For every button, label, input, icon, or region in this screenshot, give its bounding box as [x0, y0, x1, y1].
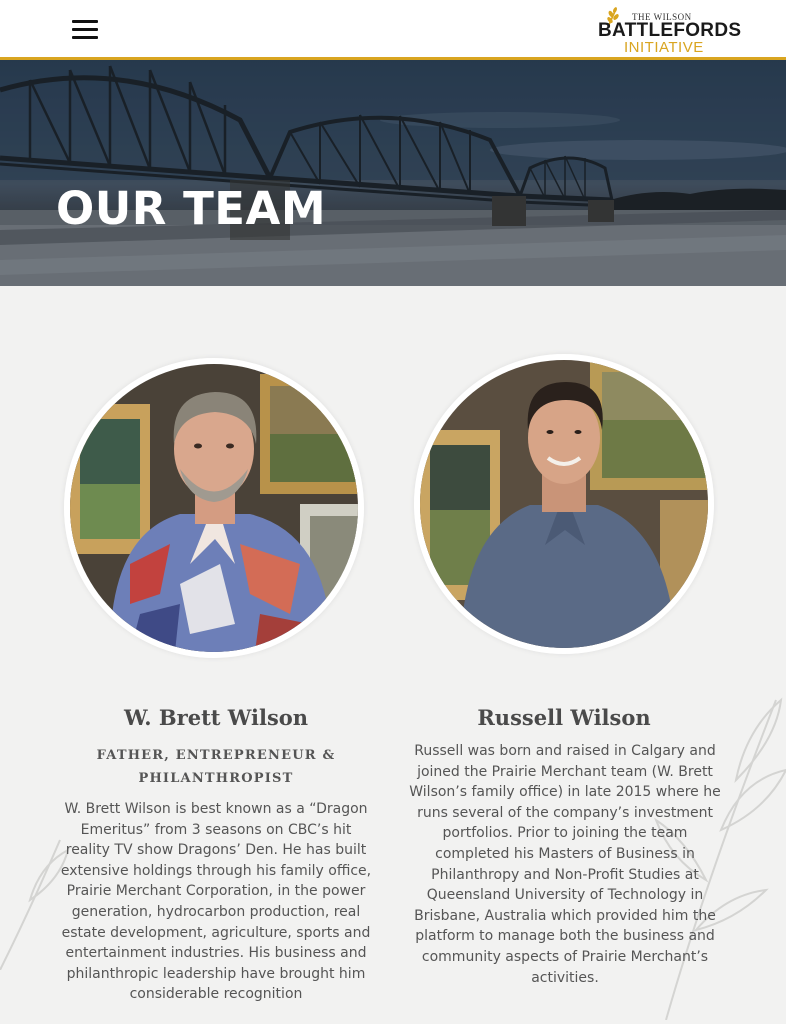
member-bio: Russell was born and raised in Calgary a… [409, 743, 721, 986]
logo-line-3: INITIATIVE [624, 39, 704, 56]
avatar-russell-wilson [414, 354, 714, 654]
hamburger-menu-icon[interactable] [72, 18, 100, 42]
site-header: THE WILSON BATTLEFORDS INITIATIVE [0, 0, 786, 60]
page-title: OUR TEAM [56, 182, 327, 235]
member-role: FATHER, ENTREPRENEUR & PHILANTHROPIST [96, 748, 336, 786]
portrait-russell-wilson [420, 360, 708, 648]
hero-banner: OUR TEAM [0, 60, 786, 286]
avatar-brett-wilson [64, 358, 364, 658]
member-name: W. Brett Wilson [123, 705, 309, 730]
member-bio: W. Brett Wilson is best known as a “Drag… [60, 801, 372, 1003]
bridge-illustration [0, 60, 786, 286]
portrait-brett-wilson [70, 364, 358, 652]
site-logo[interactable]: THE WILSON BATTLEFORDS INITIATIVE [598, 6, 741, 56]
member-name: Russell Wilson [477, 705, 651, 730]
